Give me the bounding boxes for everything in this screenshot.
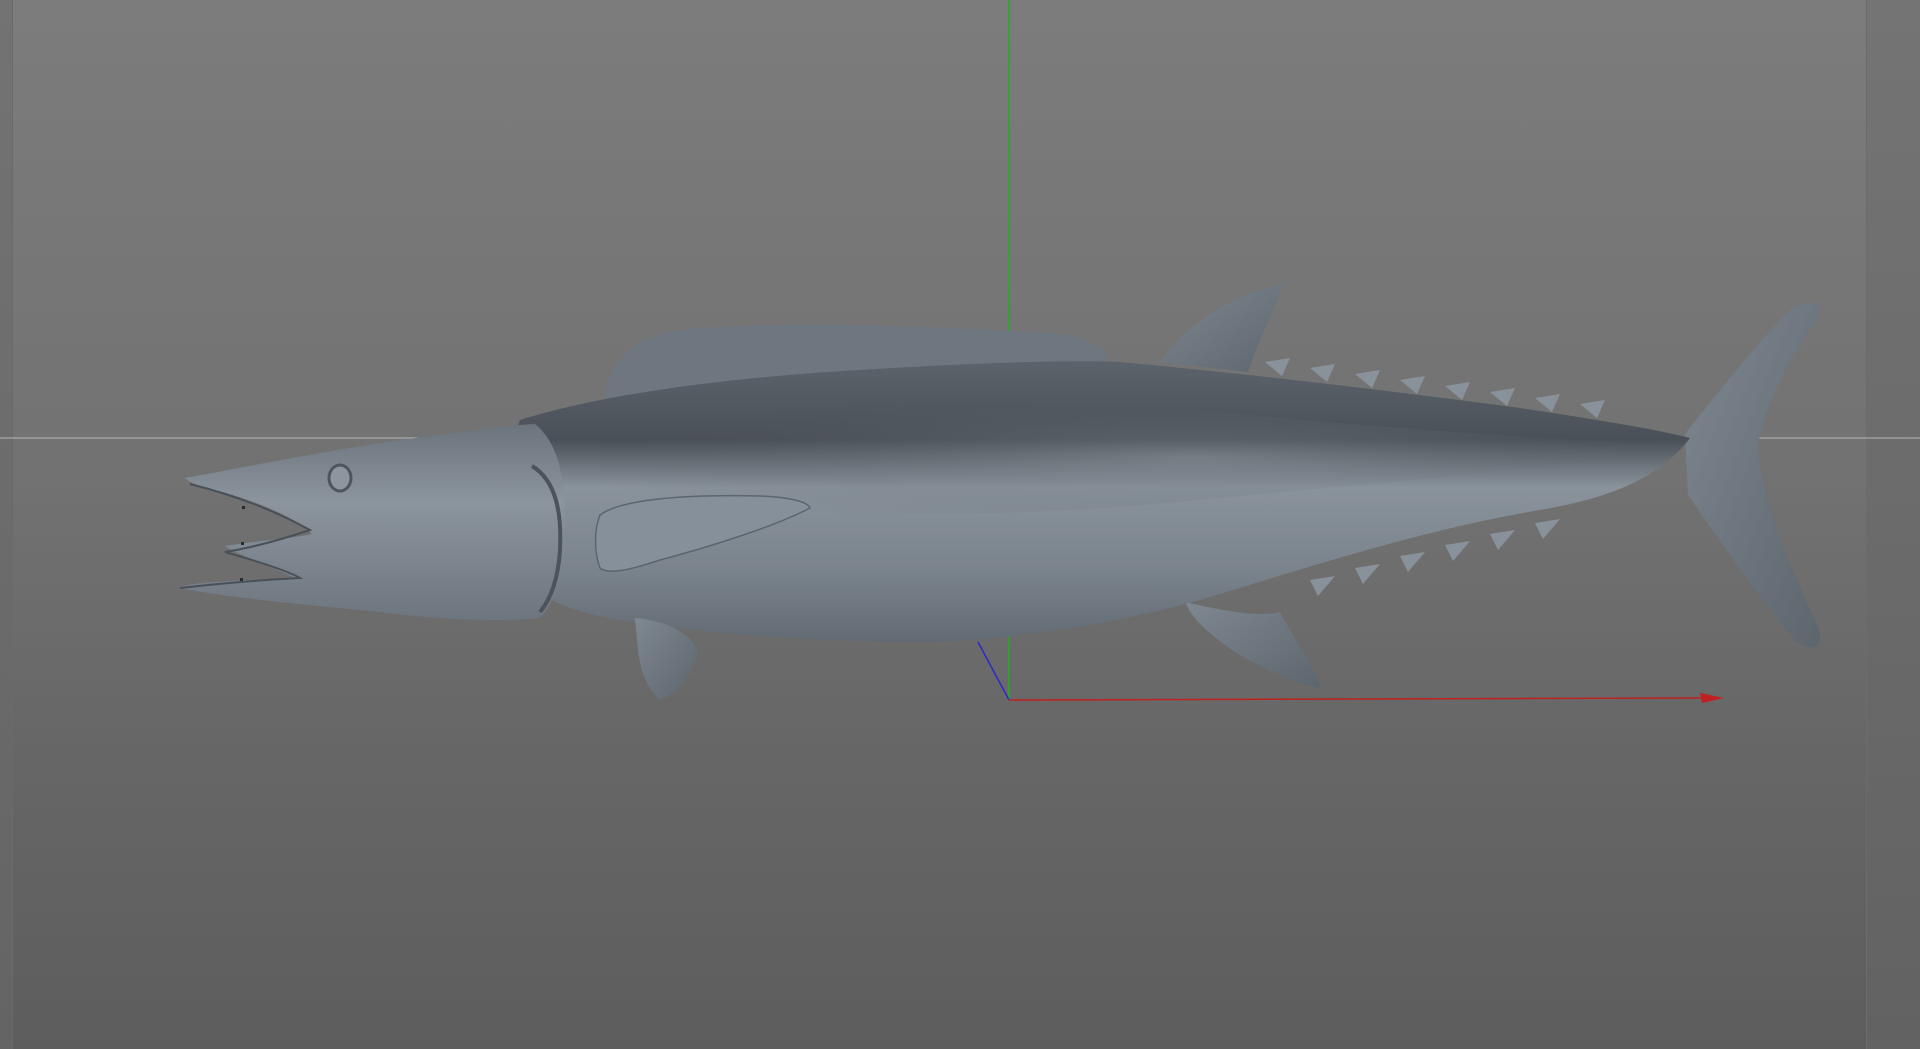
x-axis — [1008, 693, 1724, 703]
3d-viewport[interactable] — [0, 0, 1920, 1049]
pelvic-fin — [635, 618, 698, 700]
viewport-scene — [0, 0, 1920, 703]
fish-eye — [327, 463, 353, 493]
z-axis — [977, 641, 1010, 701]
anal-fin — [1185, 602, 1320, 688]
second-dorsal-fin — [1160, 283, 1285, 372]
tail-fin — [1685, 302, 1821, 648]
fish-head — [180, 424, 565, 620]
fish-model[interactable] — [179, 283, 1821, 700]
